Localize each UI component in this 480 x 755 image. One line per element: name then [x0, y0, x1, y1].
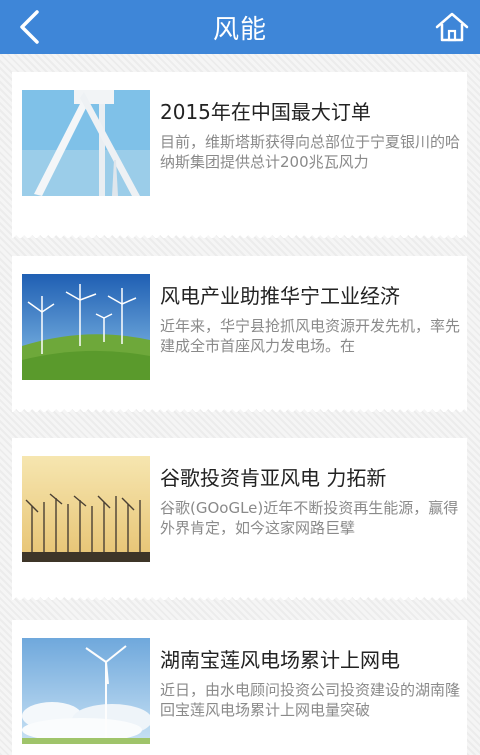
page-title: 风能 — [212, 14, 267, 45]
back-button[interactable] — [10, 8, 50, 46]
card-edge — [12, 406, 467, 412]
list-item[interactable]: 风电产业助推华宁工业经济 近年来，华宁县抢抓风电资源开发先机，率先建成全市首座风… — [12, 256, 467, 412]
chevron-left-icon — [20, 10, 39, 44]
card-edge — [12, 594, 467, 600]
article-thumbnail — [22, 638, 150, 744]
article-title: 风电产业助推华宁工业经济 — [160, 284, 400, 308]
article-title: 2015年在中国最大订单 — [160, 100, 371, 124]
article-title: 湖南宝莲风电场累计上网电 — [160, 648, 400, 672]
list-item[interactable]: 湖南宝莲风电场累计上网电 近日，由水电顾问投资公司投资建设的湖南隆回宝莲风电场累… — [12, 620, 467, 755]
app-header: 风能 — [0, 0, 480, 54]
article-thumbnail — [22, 274, 150, 380]
article-title: 谷歌投资肯亚风电 力拓新 — [160, 466, 387, 490]
article-summary: 近日，由水电顾问投资公司投资建设的湖南隆回宝莲风电场累计上网电量突破 — [160, 681, 460, 719]
article-summary: 谷歌(GOoGLe)近年不断投资再生能源，赢得外界肯定，如今这家网路巨擘 — [160, 499, 459, 537]
article-summary: 近年来，华宁县抢抓风电资源开发先机，率先建成全市首座风力发电场。在 — [160, 317, 460, 355]
list-item[interactable]: 谷歌投资肯亚风电 力拓新 谷歌(GOoGLe)近年不断投资再生能源，赢得外界肯定… — [12, 438, 467, 600]
article-thumbnail — [22, 456, 150, 562]
list-item[interactable]: 2015年在中国最大订单 目前，维斯塔斯获得向总部位于宁夏银川的哈纳斯集团提供总… — [12, 72, 467, 238]
article-summary: 目前，维斯塔斯获得向总部位于宁夏银川的哈纳斯集团提供总计200兆瓦风力 — [160, 133, 460, 171]
home-icon — [435, 12, 469, 42]
home-button[interactable] — [434, 9, 470, 45]
article-thumbnail — [22, 90, 150, 196]
card-edge — [12, 232, 467, 238]
